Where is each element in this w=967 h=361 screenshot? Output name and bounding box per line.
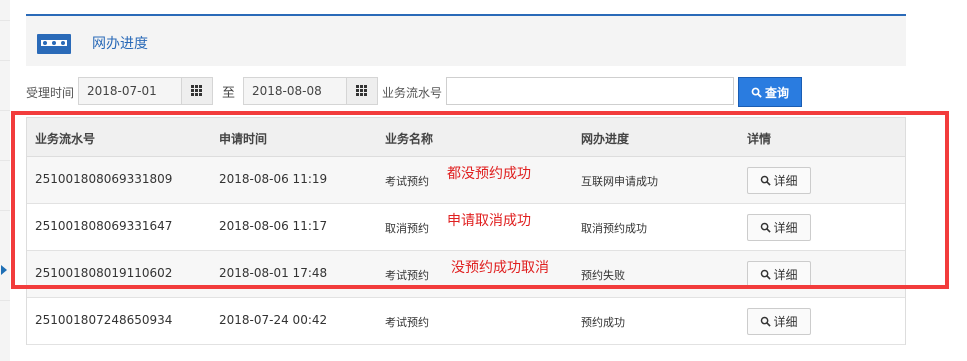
search-icon <box>761 269 772 280</box>
time-cell: 2018-08-06 11:19 <box>219 172 328 186</box>
active-indicator-icon <box>1 265 7 275</box>
progress-cell: 预约失败 <box>581 269 625 282</box>
business-cell: 取消预约 <box>385 222 429 235</box>
progress-cell: 预约成功 <box>581 316 625 329</box>
left-separator <box>0 300 10 301</box>
table-row: 251001808019110602 2018-08-01 17:48 考试预约… <box>27 251 905 298</box>
end-date-field[interactable]: 2018-08-08 <box>243 77 378 105</box>
calendar-grid-icon <box>356 85 368 97</box>
search-icon <box>761 316 772 327</box>
time-cell: 2018-08-06 11:17 <box>219 219 328 233</box>
table-row: 251001808069331809 2018-08-06 11:19 考试预约… <box>27 157 905 204</box>
column-header-serial: 业务流水号 <box>35 132 96 146</box>
handwritten-note: 申请取消成功 <box>447 213 531 229</box>
column-header-detail: 详情 <box>747 132 772 146</box>
left-separator <box>0 160 10 161</box>
detail-button-label: 详细 <box>773 268 798 282</box>
search-icon <box>761 222 772 233</box>
detail-button[interactable]: 详细 <box>747 308 811 335</box>
progress-cell: 互联网申请成功 <box>581 175 658 188</box>
time-cell: 2018-07-24 00:42 <box>219 313 328 327</box>
end-date-value: 2018-08-08 <box>252 84 322 98</box>
left-separator <box>0 210 10 211</box>
serial-cell: 251001808019110602 <box>35 266 173 280</box>
detail-button[interactable]: 详细 <box>747 167 811 194</box>
panel-header: 网办进度 <box>26 14 906 66</box>
serial-number-label: 业务流水号 <box>382 86 443 100</box>
table-header: 业务流水号 申请时间 业务名称 网办进度 详情 <box>27 118 905 157</box>
progress-table: 业务流水号 申请时间 业务名称 网办进度 详情 2510018080693318… <box>26 117 906 345</box>
detail-button[interactable]: 详细 <box>747 214 811 241</box>
left-separator <box>0 110 10 111</box>
left-edge-strip <box>0 0 10 361</box>
column-header-business: 业务名称 <box>385 132 434 146</box>
table-row: 251001807248650934 2018-07-24 00:42 考试预约… <box>27 298 905 345</box>
start-date-field[interactable]: 2018-07-01 <box>78 77 213 105</box>
serial-number-input[interactable] <box>446 77 734 105</box>
to-label: 至 <box>222 86 236 101</box>
search-icon <box>751 87 762 98</box>
start-date-value: 2018-07-01 <box>87 84 157 98</box>
serial-cell: 251001808069331647 <box>35 219 173 233</box>
calendar-button[interactable] <box>346 78 377 104</box>
detail-button-label: 详细 <box>773 221 798 235</box>
search-icon <box>761 175 772 186</box>
calendar-grid-icon <box>191 85 203 97</box>
business-cell: 考试预约 <box>385 269 429 282</box>
column-header-progress: 网办进度 <box>581 132 630 146</box>
time-cell: 2018-08-01 17:48 <box>219 266 328 280</box>
left-separator <box>0 60 10 61</box>
query-button-label: 查询 <box>764 85 789 100</box>
progress-cell: 取消预约成功 <box>581 222 647 235</box>
business-cell: 考试预约 <box>385 316 429 329</box>
table-row: 251001808069331647 2018-08-06 11:17 取消预约… <box>27 204 905 251</box>
calendar-button[interactable] <box>181 78 212 104</box>
accept-time-label: 受理时间 <box>26 86 75 100</box>
business-cell: 考试预约 <box>385 175 429 188</box>
query-button[interactable]: 查询 <box>738 77 802 107</box>
column-header-apply-time: 申请时间 <box>219 132 268 146</box>
serial-cell: 251001808069331809 <box>35 172 173 186</box>
serial-cell: 251001807248650934 <box>35 313 173 327</box>
card-icon <box>37 34 71 54</box>
handwritten-note: 没预约成功取消 <box>451 260 549 276</box>
handwritten-note: 都没预约成功 <box>447 166 531 182</box>
search-bar: 受理时间 2018-07-01 至 2018-08-08 业务流水号 查询 <box>26 76 906 108</box>
page-title: 网办进度 <box>92 36 148 52</box>
detail-button[interactable]: 详细 <box>747 261 811 288</box>
detail-button-label: 详细 <box>773 315 798 329</box>
detail-button-label: 详细 <box>773 174 798 188</box>
left-separator <box>0 20 10 21</box>
